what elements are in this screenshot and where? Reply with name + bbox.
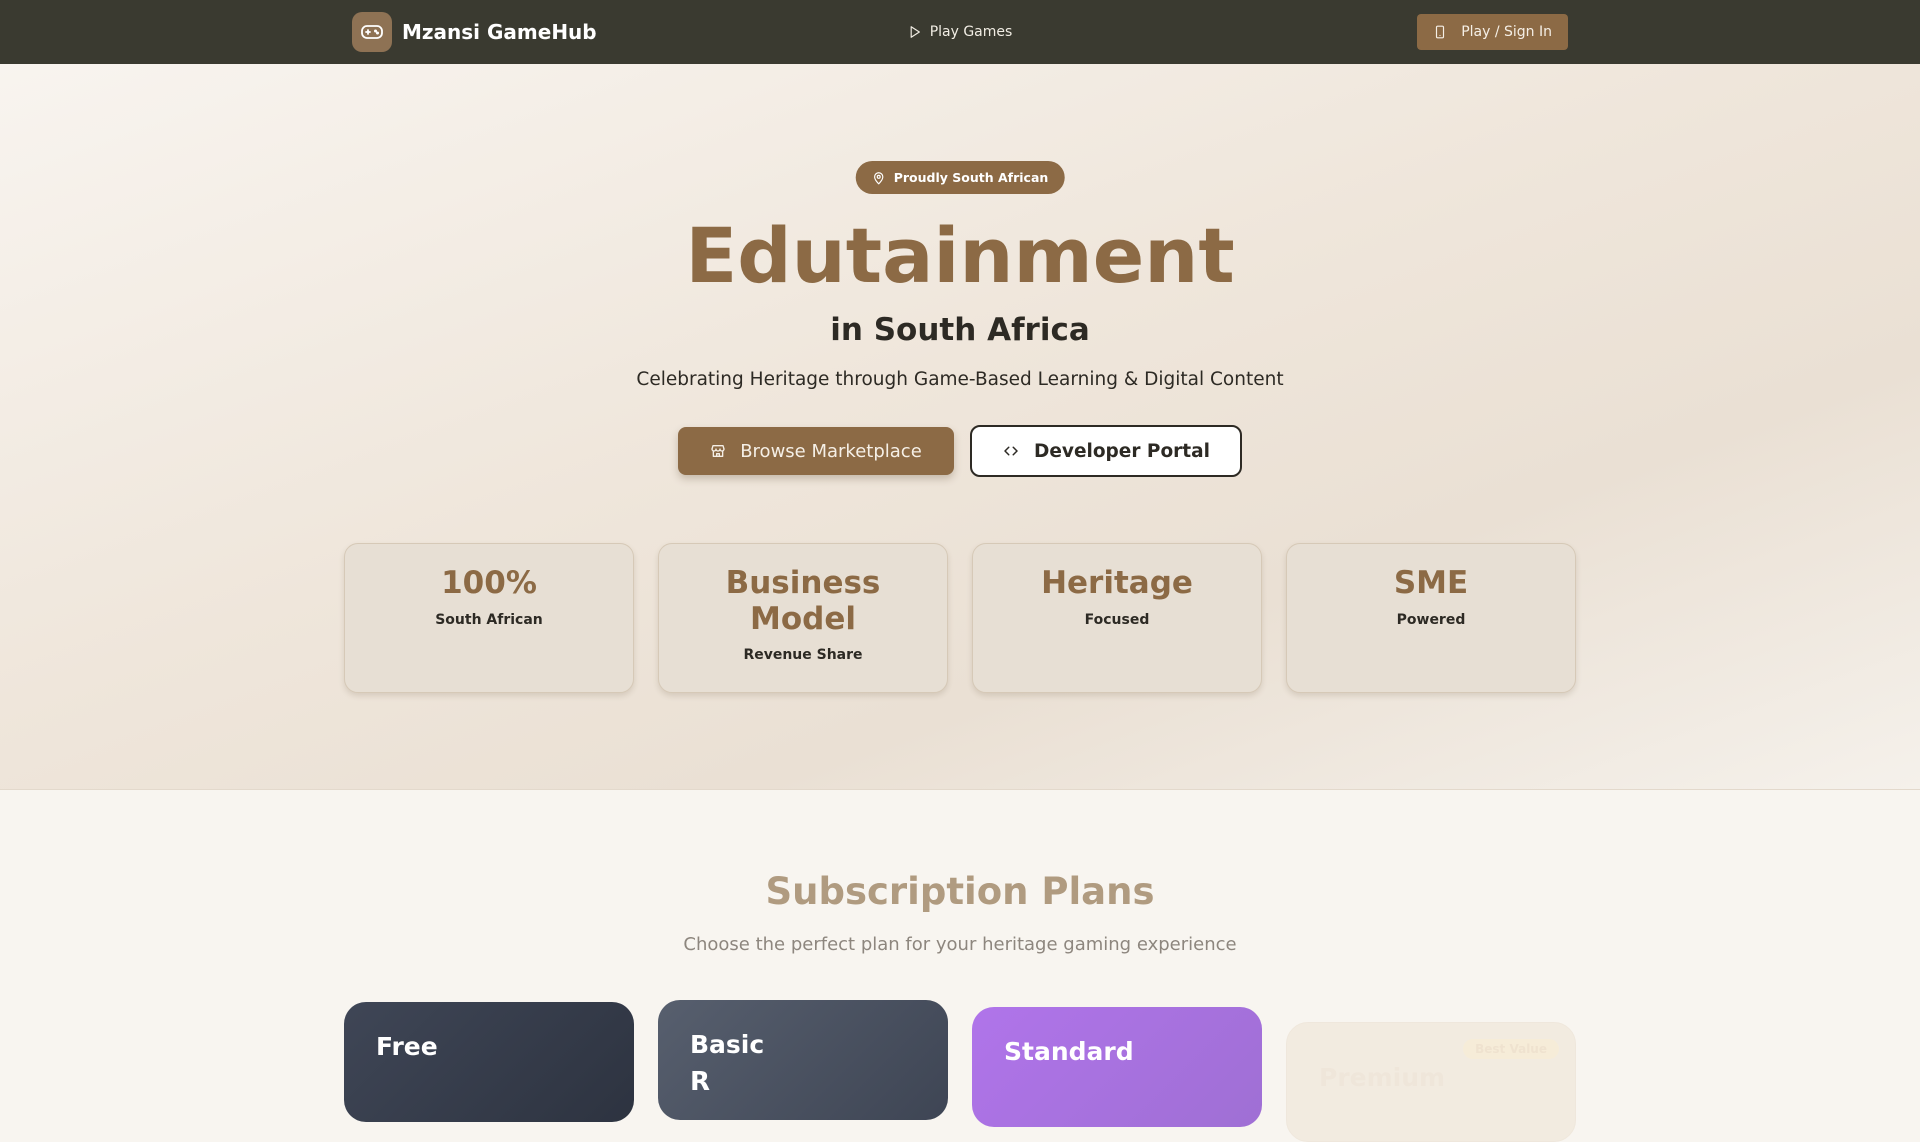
stat-card: 100% South African [344,543,634,693]
plan-name: Premium [1319,1063,1446,1092]
play-games-link[interactable]: Play Games [908,24,1013,40]
gamepad-icon [352,12,392,52]
plan-card-premium[interactable]: Best Value Premium [1286,1022,1576,1142]
play-icon [910,26,920,38]
stat-value: SME [1393,565,1469,601]
developer-portal-button[interactable]: Developer Portal [970,425,1242,477]
brand-name: Mzansi GameHub [402,20,597,44]
code-icon [1004,446,1018,456]
brand[interactable]: Mzansi GameHub [352,12,597,52]
play-sign-in-button[interactable]: Play / Sign In [1417,14,1568,50]
store-icon [711,445,725,457]
smartphone-icon [1436,25,1445,39]
plan-card-standard[interactable]: Standard [972,1007,1262,1127]
stat-value: Heritage [1041,565,1193,601]
hero-description: Celebrating Heritage through Game-Based … [636,369,1284,390]
plan-price: R [690,1067,711,1097]
plan-card-basic[interactable]: Basic R [658,1000,948,1120]
stat-card: Heritage Focused [972,543,1262,693]
stat-label: South African [435,611,543,628]
plans-description: Choose the perfect plan for your heritag… [683,934,1237,955]
stat-label: Focused [1084,611,1150,628]
stat-label: Revenue Share [743,647,863,664]
hero-buttons: Browse Marketplace Developer Portal [0,425,1920,477]
badge-label: Proudly South African [893,170,1049,185]
stats-row: 100% South African Business Model Revenu… [344,543,1576,693]
plan-name: Basic [690,1030,765,1059]
proudly-south-african-badge: Proudly South African [855,161,1065,194]
stat-card: SME Powered [1286,543,1576,693]
hero-section: Proudly South African Edutainment in Sou… [0,64,1920,790]
browse-marketplace-button[interactable]: Browse Marketplace [678,427,954,475]
navbar-inner: Mzansi GameHub Play Games Play / Sign In [352,0,1568,64]
top-navbar: Mzansi GameHub Play Games Play / Sign In [0,0,1920,64]
map-pin-icon [874,171,884,184]
plan-name: Standard [1004,1037,1134,1066]
play-games-label: Play Games [929,24,1013,40]
stat-value: Business Model [725,565,881,637]
hero-title: Edutainment [685,211,1235,300]
stat-label: Powered [1396,611,1466,628]
hero-subtitle: in South Africa [830,312,1090,348]
plan-name: Free [376,1032,438,1061]
play-sign-in-label: Play / Sign In [1461,24,1552,40]
stat-card: Business Model Revenue Share [658,543,948,693]
plans-title: Subscription Plans [765,870,1155,913]
stat-value: 100% [441,565,537,601]
best-value-badge: Best Value [1463,1039,1559,1059]
plan-card-free[interactable]: Free [344,1002,634,1122]
browse-marketplace-label: Browse Marketplace [740,440,922,462]
developer-portal-label: Developer Portal [1034,440,1210,462]
